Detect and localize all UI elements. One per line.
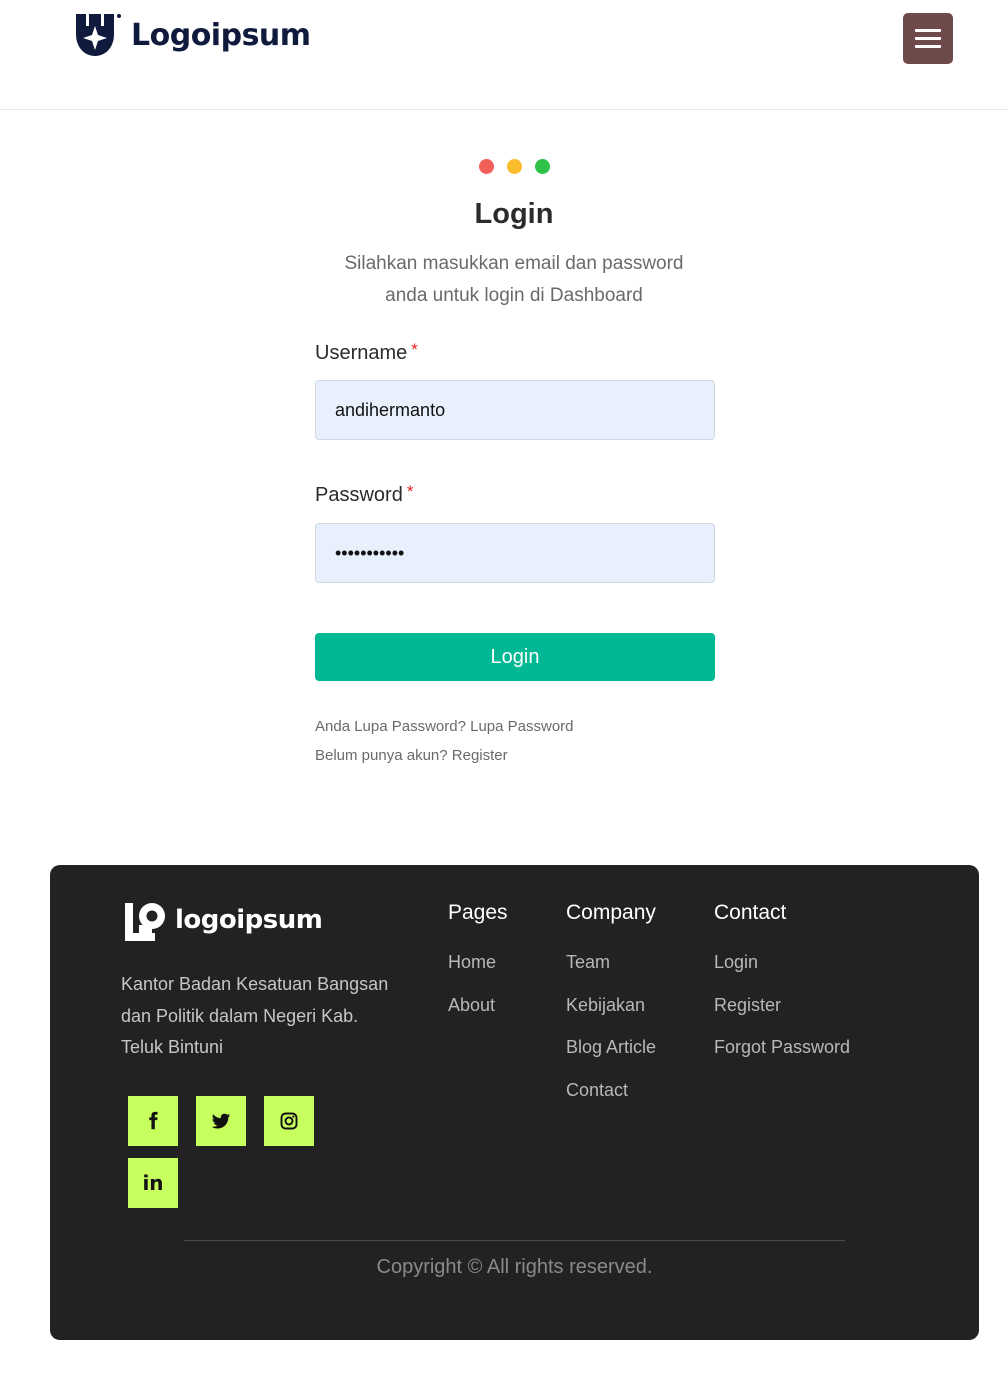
- green-dot: [535, 159, 550, 174]
- red-dot: [479, 159, 494, 174]
- username-label: Username *: [315, 340, 418, 364]
- footer-brand-name: logoipsum: [175, 905, 323, 935]
- yellow-dot: [507, 159, 522, 174]
- facebook-button[interactable]: [128, 1096, 178, 1146]
- instagram-icon: [280, 1112, 298, 1130]
- login-subtitle: Silahkan masukkan email dan password and…: [300, 248, 728, 312]
- subtitle-line-2: anda untuk login di Dashboard: [385, 285, 643, 306]
- password-input[interactable]: [315, 523, 715, 583]
- footer-brand-link[interactable]: logoipsum: [125, 899, 323, 941]
- footer-link-home[interactable]: Home: [448, 949, 508, 992]
- username-input[interactable]: [315, 380, 715, 440]
- logo-icon: [76, 14, 121, 56]
- forgot-password-line: Anda Lupa Password? Lupa Password: [315, 718, 574, 735]
- twitter-icon: [211, 1113, 231, 1129]
- subtitle-line-1: Silahkan masukkan email dan password: [344, 253, 684, 274]
- required-marker: *: [406, 482, 414, 501]
- column-title: Company: [566, 901, 656, 924]
- footer-logo-icon: [125, 903, 165, 941]
- brand-name: Logoipsum: [131, 17, 311, 53]
- facebook-icon: [149, 1111, 158, 1130]
- login-submit-button[interactable]: Login: [315, 633, 715, 681]
- site-header: Logoipsum: [0, 0, 1008, 110]
- footer-link-contact[interactable]: Contact: [566, 1077, 656, 1120]
- twitter-button[interactable]: [196, 1096, 246, 1146]
- menu-toggle-button[interactable]: [903, 13, 953, 64]
- column-title: Contact: [714, 901, 787, 924]
- footer-column-contact: Contact Login Register Forgot Password: [714, 901, 850, 1077]
- password-label: Password *: [315, 482, 414, 506]
- brand-logo-link[interactable]: Logoipsum: [75, 12, 311, 58]
- footer-column-pages: Pages Home About: [448, 901, 508, 1034]
- footer-column-company: Company Team Kebijakan Blog Article Cont…: [566, 901, 656, 1119]
- copyright-text: Copyright © All rights reserved.: [376, 1256, 653, 1278]
- hamburger-menu-icon: [915, 29, 941, 32]
- social-links: in: [128, 1096, 338, 1208]
- window-dots: [479, 159, 550, 174]
- linkedin-icon: in: [142, 1171, 164, 1195]
- footer-link-kebijakan[interactable]: Kebijakan: [566, 992, 656, 1035]
- footer-link-about[interactable]: About: [448, 992, 508, 1035]
- login-title: Login: [474, 198, 554, 230]
- footer-link-register[interactable]: Register: [714, 992, 850, 1035]
- footer-link-forgot-password[interactable]: Forgot Password: [714, 1034, 850, 1077]
- footer-link-team[interactable]: Team: [566, 949, 656, 992]
- required-marker: *: [411, 340, 418, 359]
- column-title: Pages: [448, 901, 508, 924]
- register-line: Belum punya akun? Register: [315, 747, 508, 764]
- site-footer: logoipsum Kantor Badan Kesatuan Bangsan …: [50, 865, 979, 1340]
- footer-link-blog-article[interactable]: Blog Article: [566, 1034, 656, 1077]
- footer-link-login[interactable]: Login: [714, 949, 850, 992]
- register-link[interactable]: Register: [452, 747, 508, 764]
- footer-address: Kantor Badan Kesatuan Bangsan dan Politi…: [121, 974, 389, 1057]
- footer-divider: [184, 1240, 845, 1241]
- forgot-password-link[interactable]: Lupa Password: [470, 718, 573, 735]
- linkedin-button[interactable]: in: [128, 1158, 178, 1208]
- instagram-button[interactable]: [264, 1096, 314, 1146]
